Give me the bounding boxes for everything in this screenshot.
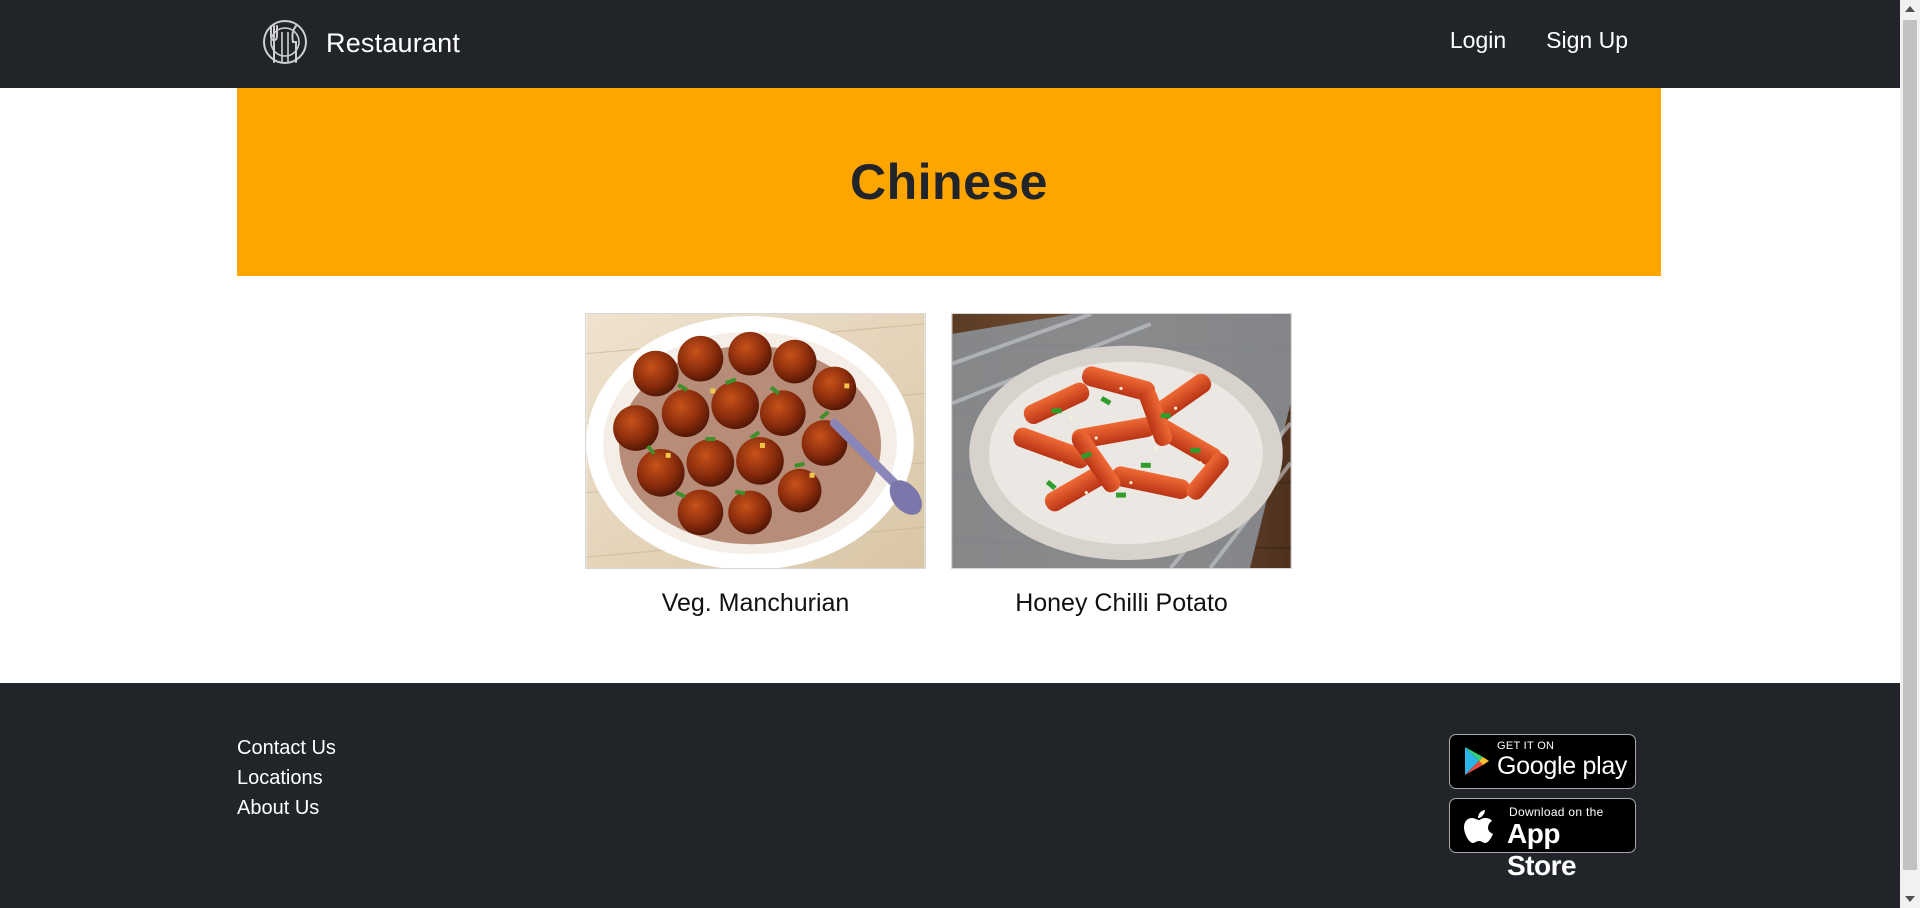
contact-us-link[interactable]: Contact Us [237,736,336,760]
browser-viewport: Restaurant Login Sign Up Chinese Veg. Ma… [0,0,1920,908]
app-store-big-text: App Store [1507,818,1577,881]
dish-card[interactable]: Veg. Manchurian [585,313,926,618]
dish-list: Veg. Manchurian Honey Chilli Potato [585,313,1292,618]
footer-links: Contact Us Locations About Us [237,736,336,820]
about-us-link[interactable]: About Us [237,796,336,820]
scroll-down-arrow-icon[interactable] [1900,890,1920,908]
google-play-badge[interactable]: GET IT ON Google play [1449,734,1636,789]
google-play-big-text: Google play [1497,752,1628,780]
dish-card[interactable]: Honey Chilli Potato [951,313,1292,618]
app-store-badge[interactable]: Download on the App Store [1449,798,1636,881]
navbar: Restaurant Login Sign Up [0,0,1900,88]
restaurant-logo-icon [263,20,307,64]
google-play-small-text: GET IT ON [1497,740,1555,752]
category-banner: Chinese [237,88,1661,276]
brand-name: Restaurant [326,27,461,58]
dish-name: Veg. Manchurian [661,589,850,617]
locations-link[interactable]: Locations [237,766,336,790]
google-play-icon [1465,747,1489,775]
nav-links: Login Sign Up [1450,27,1628,54]
sign-up-link[interactable]: Sign Up [1546,27,1628,54]
login-link[interactable]: Login [1450,27,1506,54]
scroll-up-arrow-icon[interactable] [1900,0,1920,18]
honey-chilli-potato-image[interactable] [951,313,1292,569]
dish-name: Honey Chilli Potato [1015,589,1228,617]
scrollbar-thumb[interactable] [1903,20,1917,870]
vertical-scrollbar[interactable] [1900,0,1920,908]
apple-icon [1464,810,1493,843]
footer: Contact Us Locations About Us GET IT ON … [0,683,1900,908]
category-title: Chinese [849,154,1048,210]
app-badges: GET IT ON Google play Download on the Ap… [1449,734,1636,881]
page-content: Restaurant Login Sign Up Chinese Veg. Ma… [0,0,1900,908]
app-store-small-text: Download on the [1509,805,1604,819]
veg-manchurian-image[interactable] [585,313,926,569]
brand-link[interactable]: Restaurant [260,16,460,70]
